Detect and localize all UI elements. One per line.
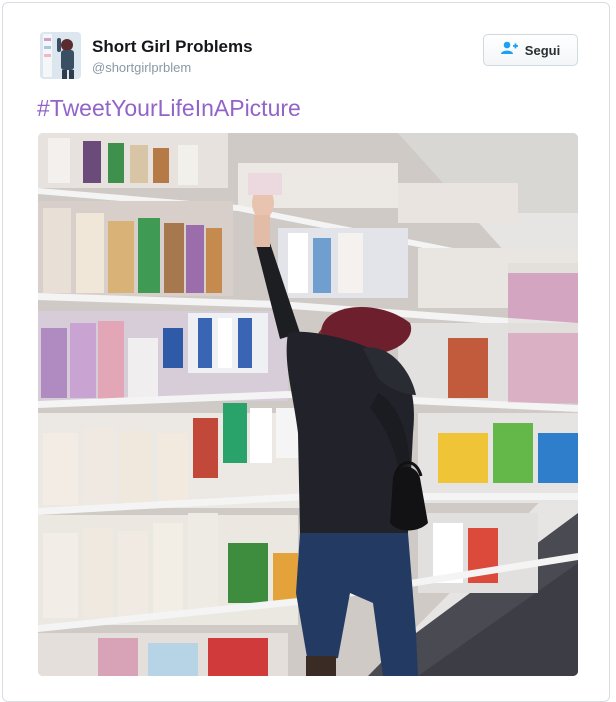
avatar[interactable] (40, 32, 81, 79)
avatar-image (40, 32, 81, 79)
tweet-card: Short Girl Problems @shortgirlprblem Seg… (2, 2, 610, 702)
add-user-icon (500, 41, 518, 60)
follow-label: Segui (524, 42, 561, 58)
display-name[interactable]: Short Girl Problems (92, 37, 253, 57)
follow-button[interactable]: Segui (483, 34, 578, 66)
user-handle[interactable]: @shortgirlprblem (92, 60, 191, 75)
store-aisle-photo (38, 133, 578, 676)
hashtag-link[interactable]: #TweetYourLifeInAPicture (37, 95, 301, 122)
tweet-photo[interactable] (38, 133, 578, 676)
